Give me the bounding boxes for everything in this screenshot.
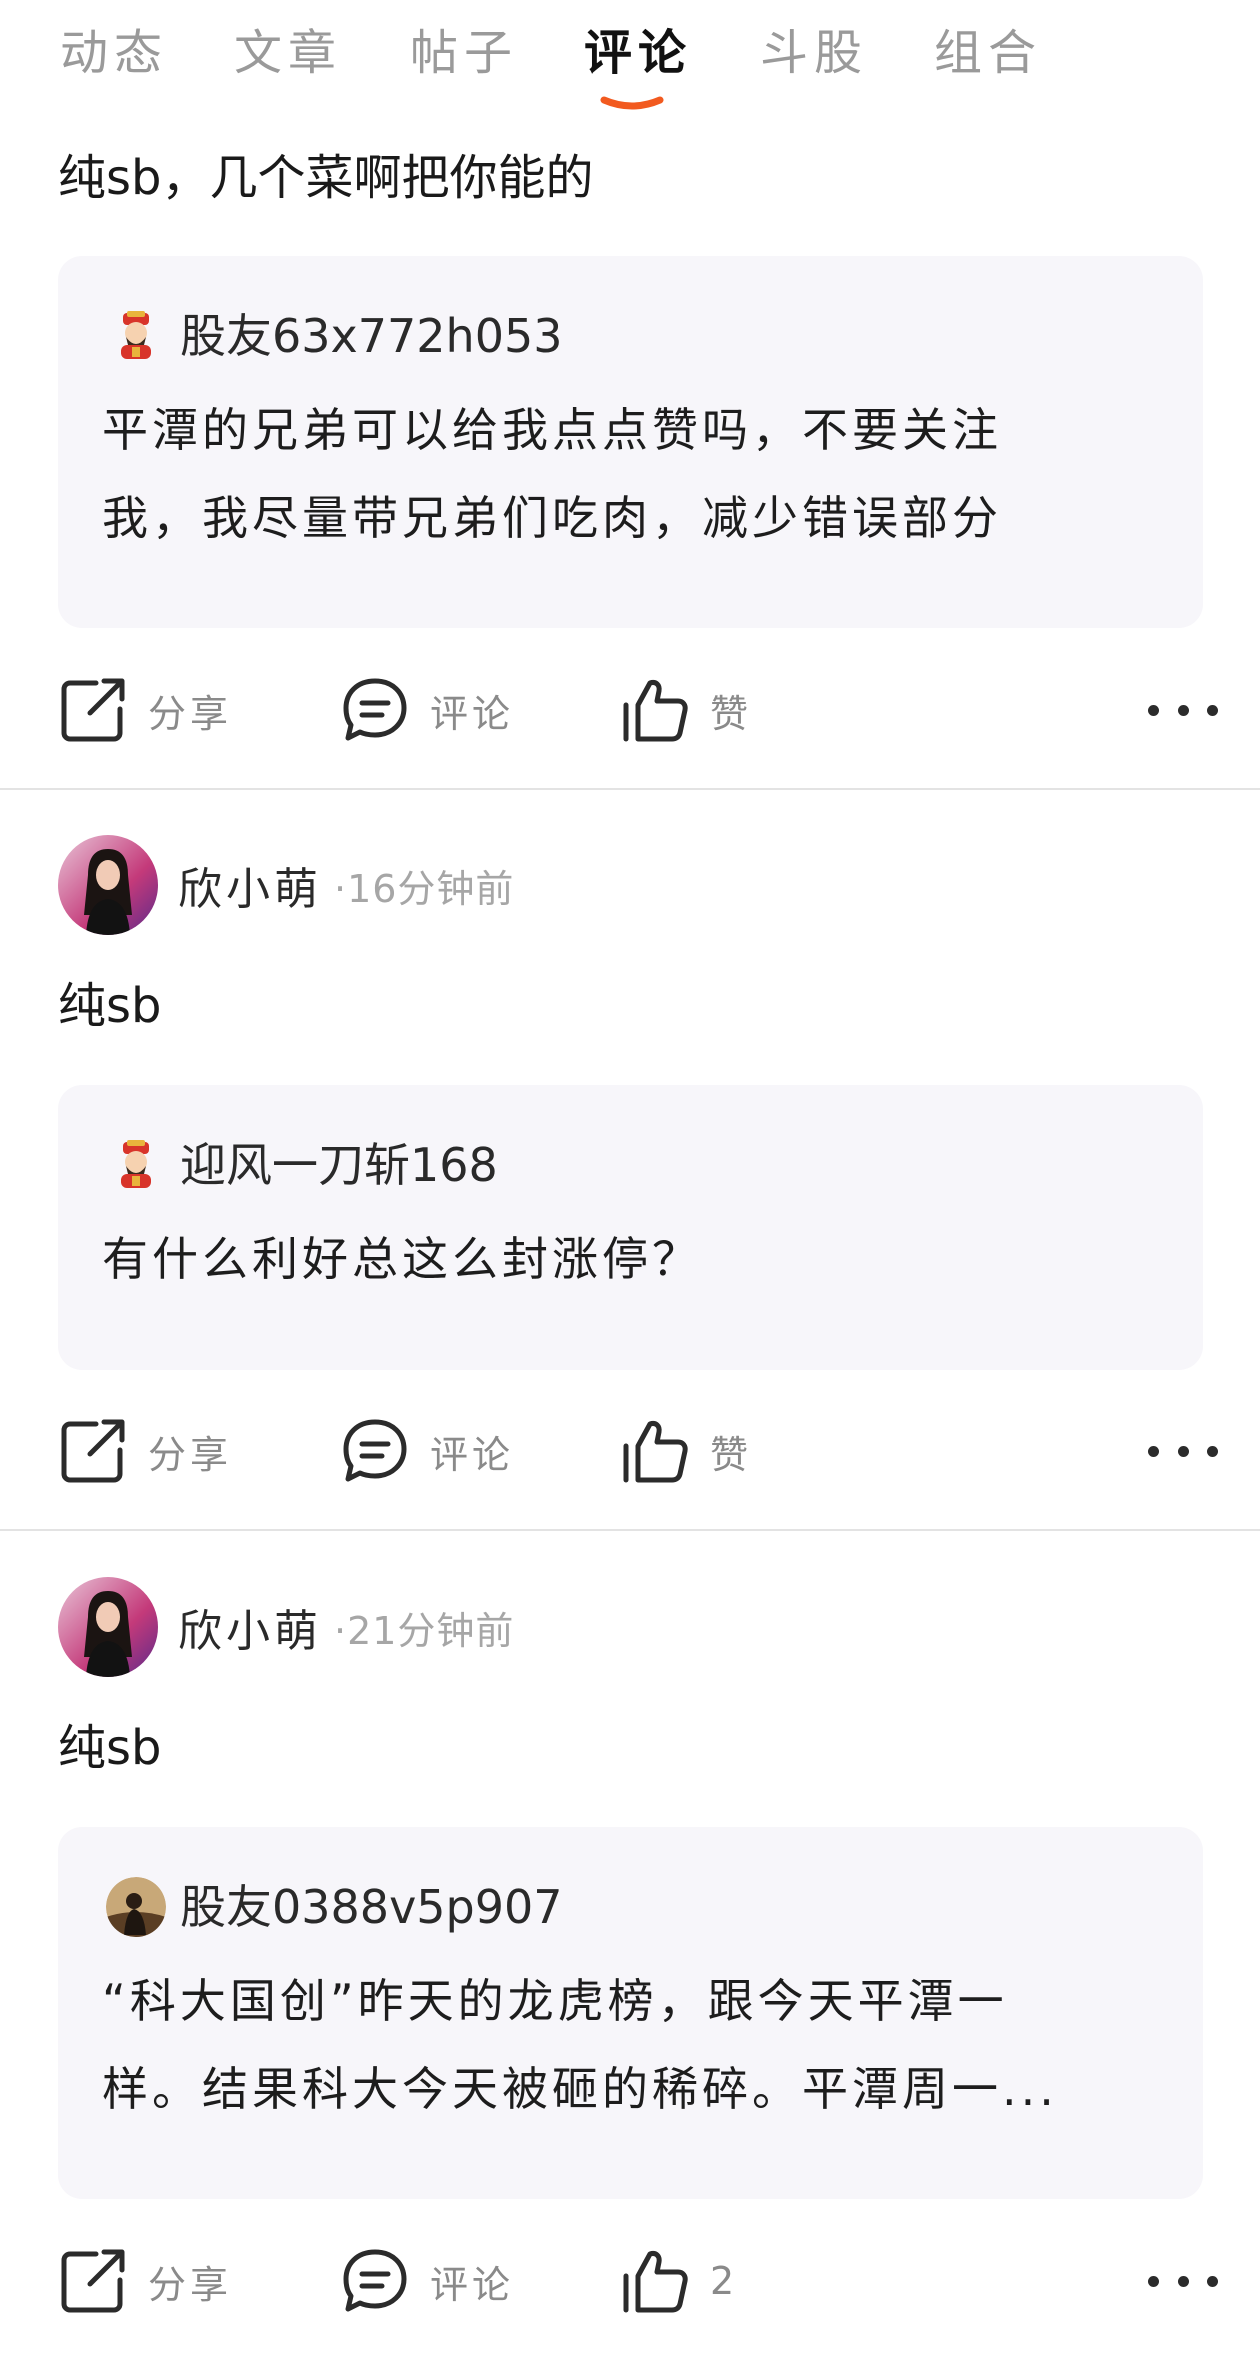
more-options-icon[interactable] — [1148, 1416, 1218, 1486]
quoted-line: 我，我尽量带兄弟们吃肉，减少错误部分 — [102, 491, 1002, 545]
fortune-god-avatar-icon — [106, 306, 166, 366]
tab-comments[interactable]: 评论 — [584, 22, 692, 84]
post-text: 纯sb — [58, 1720, 162, 1776]
post-text: 纯sb，几个菜啊把你能的 — [58, 150, 594, 206]
divider — [0, 788, 1260, 790]
comment-button[interactable]: 评论 — [340, 665, 514, 755]
post-time: ·16分钟前 — [334, 866, 515, 911]
share-icon — [61, 2249, 125, 2313]
share-icon — [61, 1419, 125, 1483]
fortune-god-avatar-icon — [106, 1135, 166, 1195]
post-actions: 分享 评论 赞 — [0, 1406, 1260, 1496]
tab-articles[interactable]: 文章 — [234, 22, 342, 84]
like-label: 赞 — [710, 691, 753, 736]
quoted-post-body: 平潭的兄弟可以给我点点赞吗，不要关注 我，我尽量带兄弟们吃肉，减少错误部分 — [102, 386, 1163, 562]
share-label: 分享 — [148, 2262, 233, 2307]
author-name[interactable]: 欣小萌 — [178, 1595, 322, 1659]
quoted-line: 样。结果科大今天被砸的稀碎。平潭周一... — [102, 2062, 1058, 2116]
quoted-post-card[interactable]: 股友0388v5p907 “科大国创”昨天的龙虎榜，跟今天平潭一 样。结果科大今… — [58, 1827, 1203, 2199]
quoted-author-name: 迎风一刀斩168 — [180, 1138, 498, 1192]
post-time: ·21分钟前 — [334, 1608, 515, 1653]
comment-bubble-icon — [343, 678, 407, 741]
like-button[interactable]: 赞 — [620, 1406, 752, 1496]
person-photo-avatar-icon — [106, 1877, 166, 1937]
author-row: 欣小萌 ·21分钟前 — [58, 1577, 514, 1677]
share-icon — [61, 678, 125, 742]
tab-posts[interactable]: 帖子 — [410, 22, 518, 84]
share-button[interactable]: 分享 — [58, 1406, 232, 1496]
like-button[interactable]: 2 — [620, 2236, 738, 2326]
post-actions: 分享 评论 赞 — [0, 665, 1260, 755]
more-options-icon[interactable] — [1148, 675, 1218, 745]
thumbs-up-icon — [623, 1421, 688, 1483]
tab-dynamics[interactable]: 动态 — [60, 22, 168, 84]
quoted-author-name: 股友63x772h053 — [180, 309, 563, 363]
thumbs-up-icon — [623, 680, 688, 742]
avatar[interactable] — [58, 1577, 158, 1677]
author-row: 欣小萌 ·16分钟前 — [58, 835, 514, 935]
comment-button[interactable]: 评论 — [340, 2236, 514, 2326]
like-count: 2 — [710, 2259, 739, 2303]
post-text: 纯sb — [58, 978, 162, 1034]
quoted-post-card[interactable]: 股友63x772h053 平潭的兄弟可以给我点点赞吗，不要关注 我，我尽量带兄弟… — [58, 256, 1203, 628]
quoted-author-name: 股友0388v5p907 — [180, 1880, 563, 1934]
tab-portfolio[interactable]: 组合 — [934, 22, 1042, 84]
comment-button[interactable]: 评论 — [340, 1406, 514, 1496]
comment-bubble-icon — [343, 1419, 407, 1482]
share-label: 分享 — [148, 691, 233, 736]
quoted-post-card[interactable]: 迎风一刀斩168 有什么利好总这么封涨停？ — [58, 1085, 1203, 1370]
comment-label: 评论 — [430, 691, 515, 736]
active-tab-indicator — [600, 96, 664, 110]
like-label: 赞 — [710, 1432, 753, 1477]
share-button[interactable]: 分享 — [58, 665, 232, 755]
share-button[interactable]: 分享 — [58, 2236, 232, 2326]
tab-stock-battle[interactable]: 斗股 — [760, 22, 868, 84]
author-name[interactable]: 欣小萌 — [178, 853, 322, 917]
avatar[interactable] — [58, 835, 158, 935]
comment-label: 评论 — [430, 2262, 515, 2307]
quoted-line: 有什么利好总这么封涨停？ — [102, 1232, 702, 1286]
share-label: 分享 — [148, 1432, 233, 1477]
thumbs-up-icon — [623, 2251, 688, 2313]
quoted-line: “科大国创”昨天的龙虎榜，跟今天平潭一 — [102, 1974, 1008, 2028]
divider — [0, 1529, 1260, 1531]
more-options-icon[interactable] — [1148, 2246, 1218, 2316]
quoted-line: 平潭的兄弟可以给我点点赞吗，不要关注 — [102, 403, 1002, 457]
comment-bubble-icon — [343, 2249, 407, 2312]
quoted-post-body: 有什么利好总这么封涨停？ — [102, 1215, 1163, 1303]
post-actions: 分享 评论 2 — [0, 2236, 1260, 2326]
comment-label: 评论 — [430, 1432, 515, 1477]
like-button[interactable]: 赞 — [620, 665, 752, 755]
quoted-post-body: “科大国创”昨天的龙虎榜，跟今天平潭一 样。结果科大今天被砸的稀碎。平潭周一..… — [102, 1957, 1163, 2133]
profile-tabs: 动态 文章 帖子 评论 斗股 组合 — [0, 0, 1260, 125]
